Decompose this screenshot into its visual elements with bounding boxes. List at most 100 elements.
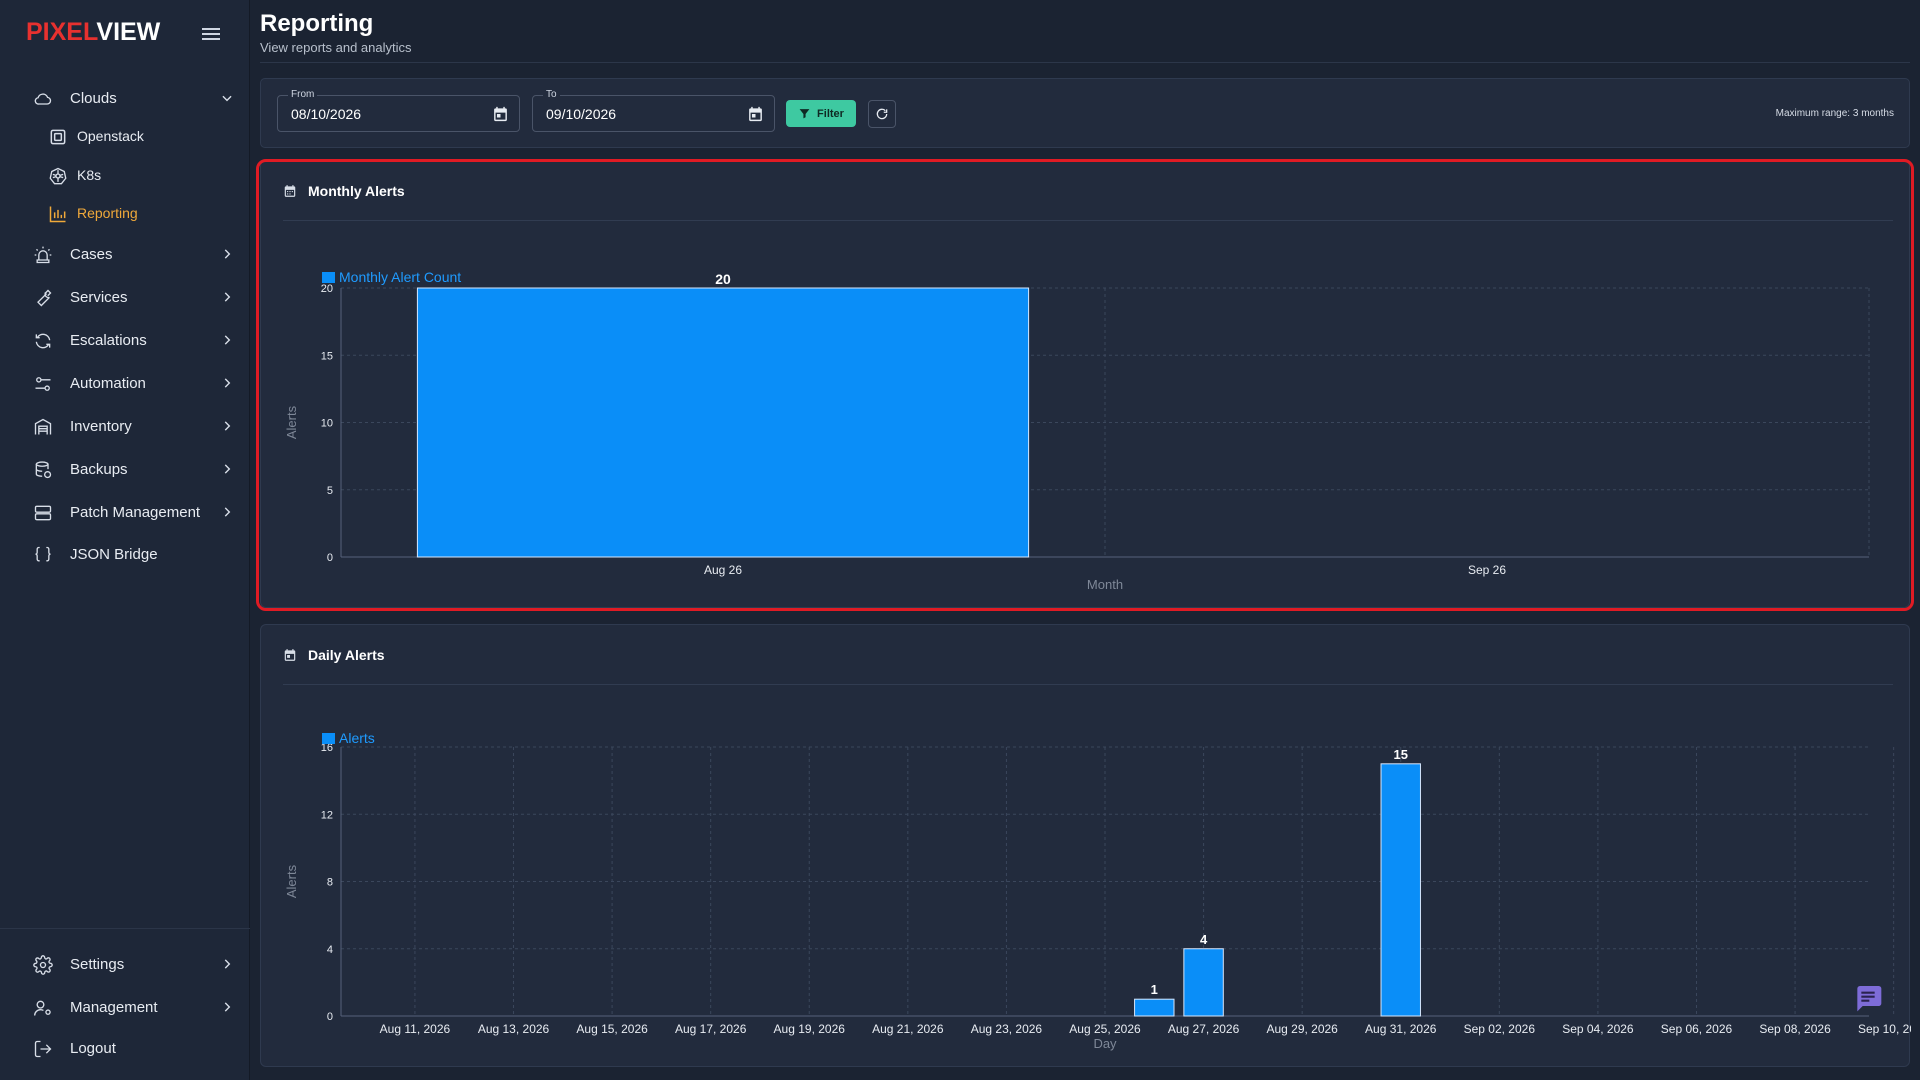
refresh-button[interactable] — [868, 100, 896, 128]
braces-icon — [35, 546, 51, 562]
sidebar-divider — [0, 928, 250, 929]
x-tick-label: Aug 13, 2026 — [478, 1022, 550, 1036]
chevron-right-icon[interactable] — [220, 419, 234, 433]
daily-alerts-chart: 0481216Aug 11, 2026 Aug 13, 2026 Aug 15, 2… — [284, 730, 1911, 1051]
x-tick-label: Sep 06, 2026 — [1661, 1022, 1733, 1036]
to-date-value[interactable]: 09/10/2026 — [546, 106, 616, 122]
x-axis-title: Day — [1093, 1036, 1117, 1051]
y-tick-label: 4 — [327, 944, 333, 956]
sidebar-item-label: Settings — [70, 955, 125, 973]
x-tick-label: Aug 23, 2026 — [971, 1022, 1043, 1036]
sidebar-item-patch-management[interactable]: Patch Management — [0, 492, 250, 532]
daily-alerts-card: Daily Alerts 0 4 8 12 16 Aug 11, 2026 Aug 13, … — [260, 624, 1911, 1067]
sidebar-item-label: Openstack — [77, 128, 144, 144]
calendar-icon[interactable] — [492, 105, 509, 123]
date-filter-bar: From 08/10/2026 To 09/10/2026 Filter Max… — [260, 78, 1910, 148]
sliders-icon — [35, 377, 51, 391]
x-tick-label: Sep 26 — [1468, 563, 1506, 577]
filter-button[interactable]: Filter — [786, 100, 856, 127]
chat-icon[interactable] — [1852, 982, 1884, 1014]
x-tick-label: Aug 27, 2026 — [1168, 1022, 1240, 1036]
data-label: 20 — [715, 271, 731, 287]
legend-swatch — [322, 272, 335, 283]
legend-label: Monthly Alert Count — [339, 269, 461, 285]
sidebar-item-reporting[interactable]: Reporting — [0, 193, 250, 233]
chevron-right-icon[interactable] — [220, 376, 234, 390]
legend-swatch — [322, 733, 335, 744]
from-date-value[interactable]: 08/10/2026 — [291, 106, 361, 122]
y-tick-label: 0 — [327, 1011, 333, 1023]
max-range-note: Maximum range: 3 months — [1775, 108, 1894, 119]
legend-label: Alerts — [339, 730, 375, 746]
chevron-right-icon[interactable] — [220, 957, 234, 971]
x-tick-label: Aug 21, 2026 — [872, 1022, 944, 1036]
sidebar-item-backups[interactable]: Backups — [0, 449, 250, 489]
y-tick-label: 12 — [321, 809, 333, 821]
x-tick-label: Aug 15, 2026 — [576, 1022, 648, 1036]
refresh-icon — [876, 108, 888, 120]
user-settings-icon — [34, 1000, 51, 1016]
x-tick-label: Aug 29, 2026 — [1266, 1022, 1338, 1036]
y-tick-label: 0 — [327, 552, 333, 564]
x-tick-label: Sep 08, 2026 — [1759, 1022, 1831, 1036]
to-date-field[interactable]: To 09/10/2026 — [532, 89, 775, 132]
from-date-field[interactable]: From 08/10/2026 — [277, 89, 520, 132]
sidebar-item-escalations[interactable]: Escalations — [0, 320, 250, 360]
sidebar-item-label: JSON Bridge — [70, 545, 158, 563]
sidebar-item-management[interactable]: Management — [0, 987, 250, 1027]
chevron-right-icon[interactable] — [220, 333, 234, 347]
chevron-right-icon[interactable] — [220, 505, 234, 519]
page-subtitle: View reports and analytics — [260, 40, 412, 55]
x-tick-label: Sep 02, 2026 — [1464, 1022, 1536, 1036]
x-tick-label: Aug 17, 2026 — [675, 1022, 747, 1036]
sidebar-item-inventory[interactable]: Inventory — [0, 406, 250, 446]
sidebar-item-label: Reporting — [77, 205, 138, 221]
y-tick-label: 5 — [327, 485, 333, 497]
chevron-down-icon[interactable] — [220, 91, 234, 105]
sidebar-item-settings[interactable]: Settings — [0, 944, 250, 984]
sidebar-item-automation[interactable]: Automation — [0, 363, 250, 403]
chevron-right-icon[interactable] — [220, 1000, 234, 1014]
openstack-icon — [50, 129, 66, 145]
sidebar-item-label: Services — [70, 288, 128, 306]
x-tick-label: Aug 31, 2026 — [1365, 1022, 1437, 1036]
gear-icon — [33, 955, 53, 975]
logout-icon — [34, 1040, 52, 1058]
sidebar-item-logout[interactable]: Logout — [0, 1028, 250, 1068]
y-tick-label: 15 — [321, 350, 333, 362]
sidebar-item-label: K8s — [77, 167, 102, 183]
bar — [416, 287, 1030, 558]
sidebar-item-label: Clouds — [70, 89, 117, 107]
wrench-icon — [37, 289, 52, 307]
hamburger-menu-icon[interactable] — [202, 25, 220, 41]
brand-logo[interactable]: PIXELVIEW — [26, 18, 160, 47]
kubernetes-icon — [49, 167, 67, 185]
chevron-right-icon[interactable] — [220, 290, 234, 304]
database-backup-icon — [35, 461, 52, 479]
page-title: Reporting — [260, 10, 374, 37]
x-axis-title: Month — [1087, 577, 1123, 592]
x-tick-label: Aug 19, 2026 — [774, 1022, 846, 1036]
sidebar-item-label: Logout — [70, 1039, 116, 1057]
sidebar-item-cases[interactable]: Cases — [0, 234, 250, 274]
sidebar-item-openstack[interactable]: Openstack — [0, 116, 250, 156]
sidebar-item-label: Inventory — [70, 417, 132, 435]
chevron-right-icon[interactable] — [220, 462, 234, 476]
x-tick-label: Sep 10, 2026 — [1858, 1022, 1911, 1036]
sidebar-item-label: Patch Management — [70, 503, 201, 521]
to-date-label: To — [543, 89, 560, 100]
y-axis-title: Alerts — [284, 405, 299, 439]
warehouse-icon — [34, 418, 52, 435]
x-tick-label: Aug 11, 2026 — [380, 1022, 451, 1036]
sidebar-item-json-bridge[interactable]: JSON Bridge — [0, 534, 250, 574]
sidebar-item-services[interactable]: Services — [0, 277, 250, 317]
sidebar-item-clouds[interactable]: Clouds — [0, 78, 250, 118]
filter-button-label: Filter — [817, 107, 844, 120]
sidebar-item-k8s[interactable]: K8s — [0, 155, 250, 195]
chevron-right-icon[interactable] — [220, 247, 234, 261]
calendar-icon[interactable] — [747, 105, 764, 123]
filter-icon — [799, 109, 810, 119]
x-tick-label: Aug 26 — [704, 563, 742, 577]
alarm-light-icon — [34, 246, 52, 264]
y-tick-label: 10 — [321, 418, 333, 430]
